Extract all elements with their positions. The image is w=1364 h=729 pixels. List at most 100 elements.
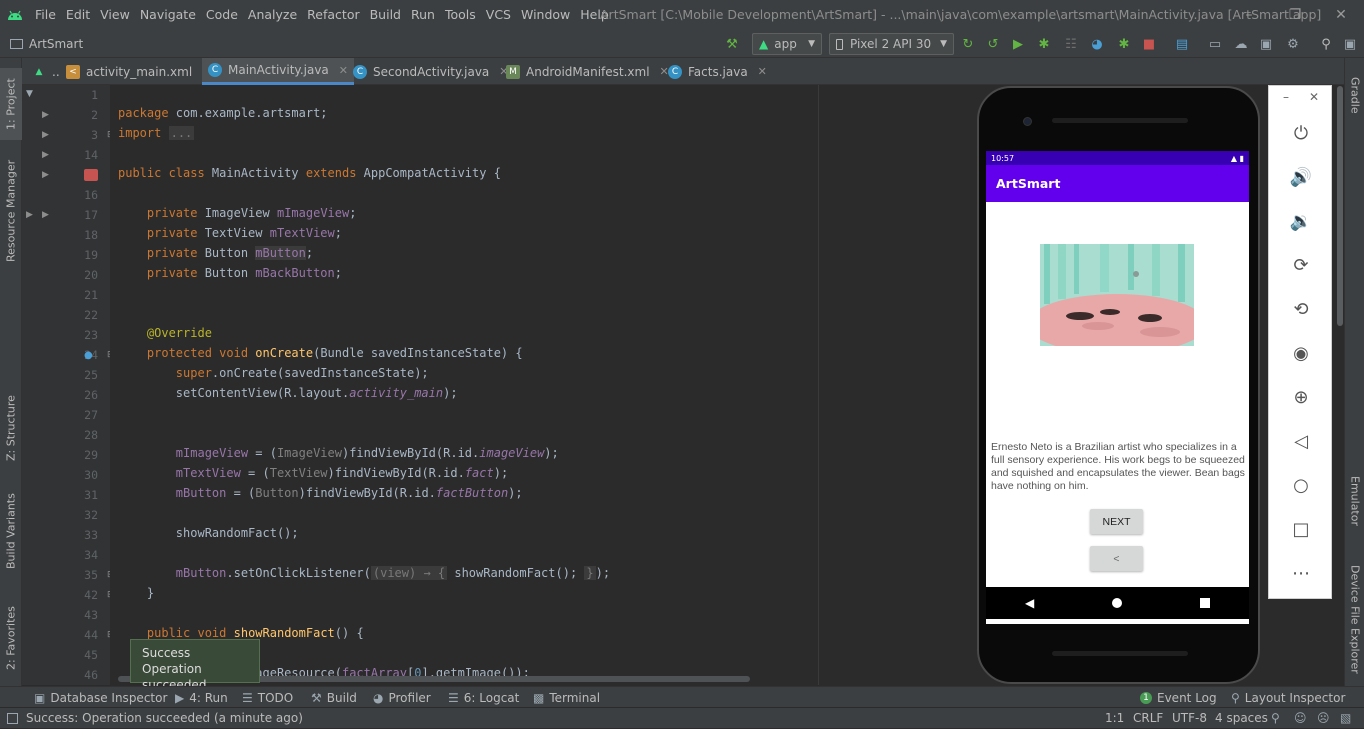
more-icon[interactable]: ⋯ [1288,560,1314,586]
overview-icon[interactable]: □ [1288,516,1314,542]
tool-event-log[interactable]: 1 Event Log [1140,687,1217,708]
menu-analyze[interactable]: Analyze [243,0,302,30]
tool-todo[interactable]: ☰ TODO [242,687,293,708]
back-icon[interactable]: ◁ [1288,428,1314,454]
project-breadcrumb[interactable]: ArtSmart [10,30,83,58]
emulator-scrollbar[interactable] [1337,86,1343,326]
zoom-icon[interactable]: ⊕ [1288,384,1314,410]
inspections-icon[interactable]: ☺ [1294,708,1307,729]
activity-layout-icon[interactable] [84,169,98,181]
maximize-icon[interactable]: ❐ [1272,0,1318,30]
debug-attach-icon[interactable]: ✱ [1114,34,1134,54]
run-icon[interactable]: ▶ [1008,34,1028,54]
status-message[interactable]: Success: Operation succeeded (a minute a… [26,708,303,729]
rotate-left-icon[interactable]: ⟳ [1288,252,1314,278]
line-separator[interactable]: CRLF [1133,708,1163,729]
nav-recents-icon[interactable] [1200,598,1211,608]
tool-gradle[interactable]: Gradle [1345,70,1364,120]
menu-navigate[interactable]: Navigate [135,0,201,30]
tool-run[interactable]: ▶ 4: Run [175,687,228,708]
menu-edit[interactable]: Edit [61,0,95,30]
success-notification[interactable]: Success Operation succeeded [130,639,260,692]
collapse-arrow-icon[interactable]: ▶ [42,150,49,160]
menu-build[interactable]: Build [365,0,406,30]
menu-run[interactable]: Run [406,0,440,30]
emulator-screen[interactable]: 10:57 ▲ ▮ ArtSmart Ernesto Neto is a Bra… [986,151,1249,624]
line-number: 25 [84,368,98,382]
volume-down-icon[interactable]: 🔉 [1288,208,1314,234]
debug-icon[interactable]: ✱ [1034,34,1054,54]
toggle-tool-windows-icon[interactable] [7,713,18,724]
home-icon[interactable]: ○ [1288,472,1314,498]
tool-database-inspector[interactable]: ▣ Database Inspector [34,687,167,708]
sync-gradle-icon[interactable]: ▤ [1172,34,1192,54]
collapse-arrow-icon[interactable]: ▶ [42,130,49,140]
device-manager-icon[interactable]: ▣ [1256,34,1276,54]
tool-emulator[interactable]: Emulator [1345,466,1364,536]
power-icon[interactable]: ⏻ [1288,120,1314,146]
assistant-icon[interactable]: ⚙ [1283,34,1303,54]
tool-project[interactable]: 1: Project [0,68,22,140]
sdk-manager-icon[interactable]: ☁ [1231,34,1251,54]
account-icon[interactable]: ▣ [1340,34,1360,54]
rotate-right-icon[interactable]: ⟲ [1288,296,1314,322]
tool-resource-manager[interactable]: Resource Manager [0,156,22,266]
avd-manager-icon[interactable]: ▭ [1205,34,1225,54]
search-icon[interactable]: ⚲ [1316,34,1336,54]
collapse-arrow-icon[interactable]: ▶ [42,170,49,180]
tool-terminal[interactable]: ▩ Terminal [533,687,600,708]
caret-position[interactable]: 1:1 [1105,708,1124,729]
menu-window[interactable]: Window [516,0,575,30]
file-encoding[interactable]: UTF-8 [1172,708,1207,729]
camera-icon[interactable]: ◉ [1288,340,1314,366]
menu-view[interactable]: View [95,0,135,30]
tool-build-variants[interactable]: Build Variants [0,486,22,576]
nav-back-icon[interactable]: ◀ [1025,596,1034,610]
feedback-icon[interactable]: ☹ [1317,708,1330,729]
close-tab-icon[interactable]: ✕ [758,65,767,78]
tool-build[interactable]: ⚒ Build [311,687,357,708]
menu-tools[interactable]: Tools [440,0,481,30]
collapse-arrow-icon[interactable]: ▶ [42,210,49,220]
device-select[interactable]: Pixel 2 API 30 ▼ [829,33,954,55]
menu-code[interactable]: Code [201,0,243,30]
menu-vcs[interactable]: VCS [481,0,516,30]
profile-icon[interactable]: ◕ [1087,34,1107,54]
lock-icon[interactable]: ⚲ [1271,708,1280,729]
override-marker-icon[interactable]: ● [84,350,93,361]
project-tree-arrows[interactable]: ▼ [26,89,33,99]
collapse-arrow-icon[interactable]: ▶ [26,210,33,220]
stop-icon[interactable]: ■ [1139,34,1159,54]
volume-up-icon[interactable]: 🔊 [1288,164,1314,190]
collapse-arrow-icon[interactable]: ▶ [42,110,49,120]
tool-profiler[interactable]: ◕ Profiler [373,687,431,708]
attach-debugger-icon[interactable]: ☷ [1061,34,1081,54]
close-emulator-icon[interactable]: ✕ [1309,90,1319,104]
tab-android-manifest[interactable]: M AndroidManifest.xml ✕ [500,58,675,85]
tool-device-file-explorer[interactable]: Device File Explorer [1345,554,1364,684]
apply-changes-icon[interactable]: ↻ [958,34,978,54]
hammer-icon[interactable]: ⚒ [722,34,742,54]
tool-logcat[interactable]: ☰ 6: Logcat [448,687,519,708]
memory-icon[interactable]: ▧ [1340,708,1351,729]
back-button[interactable]: < [1090,546,1143,571]
minimize-emulator-icon[interactable]: – [1283,90,1289,104]
nav-home-icon[interactable] [1112,598,1123,608]
menu-file[interactable]: File [30,0,61,30]
tool-layout-inspector[interactable]: ⚲ Layout Inspector [1231,687,1345,708]
run-config-select[interactable]: ▲ app ▼ [752,33,822,55]
apply-code-changes-icon[interactable]: ↺ [983,34,1003,54]
tool-structure[interactable]: Z: Structure [0,388,22,468]
tab-activity-main-xml[interactable]: < activity_main.xml ✕ [60,58,217,85]
tab-second-activity[interactable]: C SecondActivity.java ✕ [347,58,515,85]
tool-favorites[interactable]: 2: Favorites [0,598,22,678]
menu-refactor[interactable]: Refactor [302,0,364,30]
next-button[interactable]: NEXT [1090,509,1143,534]
close-window-icon[interactable]: ✕ [1318,0,1364,30]
run-config-label: app [774,37,797,51]
minimize-icon[interactable]: – [1226,0,1272,30]
tab-facts[interactable]: C Facts.java ✕ [662,58,773,85]
tab-main-activity[interactable]: C MainActivity.java ✕ [202,58,354,85]
code-editor[interactable]: package com.example.artsmart; import ...… [110,85,974,685]
indent-setting[interactable]: 4 spaces [1215,708,1268,729]
